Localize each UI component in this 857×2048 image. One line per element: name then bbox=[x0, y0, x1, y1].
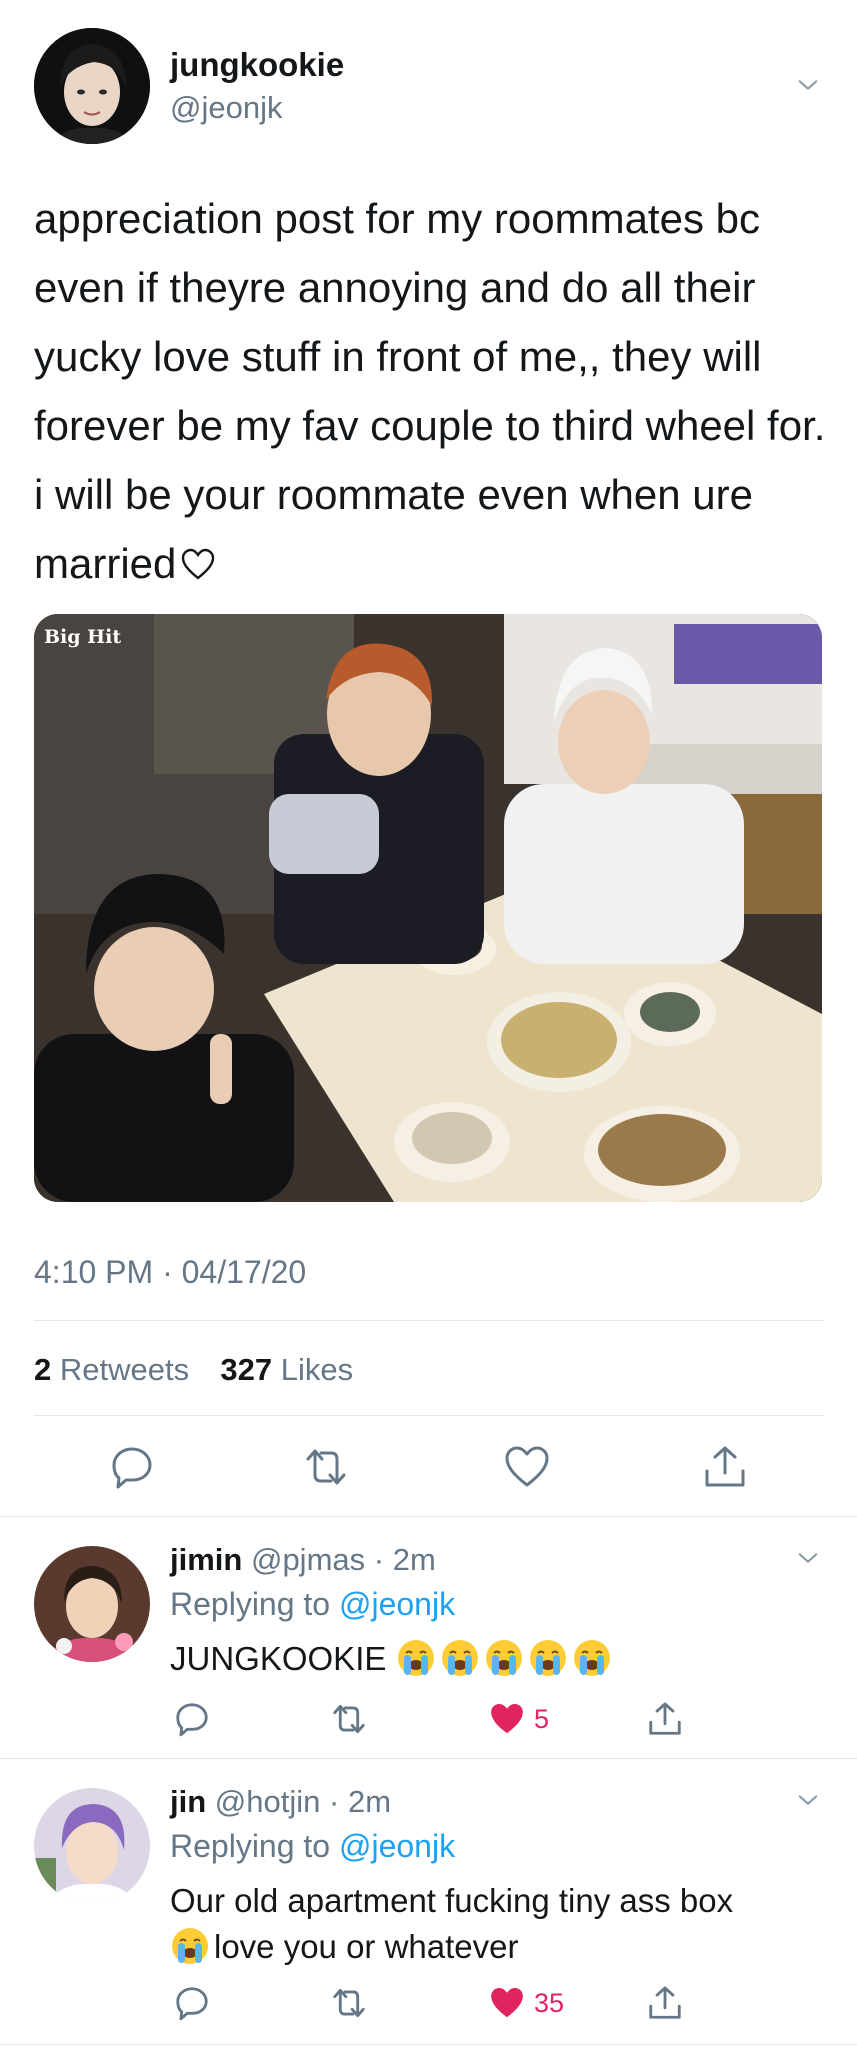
tweet-photo[interactable]: Big Hit bbox=[34, 614, 822, 1202]
replying-to: Replying to @jeonjk bbox=[170, 1586, 455, 1623]
reply-header: jin @hotjin · 2m bbox=[170, 1784, 391, 1820]
heart-filled-icon bbox=[491, 1987, 523, 2018]
white-heart-icon bbox=[180, 532, 216, 580]
author-avatar[interactable] bbox=[34, 28, 150, 144]
tweet-text: appreciation post for my roommates bc ev… bbox=[34, 184, 834, 598]
reply-text: Our old apartment fucking tiny ass box l… bbox=[170, 1878, 810, 1970]
replying-to-handle[interactable]: @jeonjk bbox=[339, 1586, 455, 1622]
reply-icon bbox=[176, 1987, 208, 2021]
retweet-button[interactable] bbox=[330, 1984, 368, 2022]
share-button[interactable] bbox=[701, 1443, 749, 1491]
retweet-icon bbox=[306, 1449, 346, 1485]
tweet-timestamp[interactable]: 4:10 PM · 04/17/20 bbox=[34, 1254, 306, 1291]
retweets-label[interactable]: Retweets bbox=[60, 1352, 189, 1387]
reply-author-name[interactable]: jimin bbox=[170, 1542, 242, 1577]
reply-text-line-2: love you or whatever bbox=[170, 1924, 810, 1970]
reply-text-line: Our old apartment fucking tiny ass box bbox=[170, 1882, 734, 1919]
tweet-text-body: appreciation post for my roommates bc ev… bbox=[34, 195, 826, 587]
likes-label[interactable]: Likes bbox=[281, 1352, 353, 1387]
reply-time[interactable]: · 2m bbox=[329, 1784, 391, 1819]
reply-text-line-2-body: love you or whatever bbox=[214, 1928, 519, 1965]
reply-author-name[interactable]: jin bbox=[170, 1784, 206, 1819]
reply-like-count[interactable]: 5 bbox=[534, 1704, 549, 1735]
retweet-button[interactable] bbox=[330, 1700, 368, 1738]
reply-icon bbox=[176, 1703, 208, 1737]
likes-count[interactable]: 327 bbox=[220, 1352, 272, 1387]
reply-author-handle[interactable]: @pjmas bbox=[251, 1542, 365, 1577]
crying-emoji-icon bbox=[572, 1638, 612, 1678]
chevron-down-icon[interactable] bbox=[797, 74, 819, 96]
crying-emoji-row bbox=[396, 1640, 616, 1677]
divider bbox=[0, 1758, 857, 1759]
reply-text: JUNGKOOKIE bbox=[170, 1636, 810, 1682]
crying-emoji-icon bbox=[396, 1638, 436, 1678]
retweet-button[interactable] bbox=[302, 1443, 350, 1491]
reply-avatar[interactable] bbox=[34, 1788, 150, 1904]
reply-time[interactable]: · 2m bbox=[374, 1542, 436, 1577]
crying-emoji-icon bbox=[440, 1638, 480, 1678]
retweet-icon bbox=[333, 1704, 365, 1734]
divider bbox=[0, 2044, 857, 2045]
chevron-down-icon[interactable] bbox=[797, 1789, 819, 1811]
retweet-icon bbox=[333, 1988, 365, 2018]
reply-like-count[interactable]: 35 bbox=[534, 1988, 564, 2019]
share-button[interactable] bbox=[646, 1700, 684, 1738]
share-icon bbox=[705, 1446, 745, 1487]
share-icon bbox=[649, 1702, 681, 1735]
heart-icon bbox=[505, 1446, 549, 1487]
retweets-count[interactable]: 2 bbox=[34, 1352, 51, 1387]
share-icon bbox=[649, 1986, 681, 2019]
heart-filled-icon bbox=[491, 1703, 523, 1734]
reply-button[interactable] bbox=[108, 1443, 156, 1491]
like-button[interactable] bbox=[503, 1443, 551, 1491]
replying-to-handle[interactable]: @jeonjk bbox=[339, 1828, 455, 1864]
divider bbox=[34, 1415, 823, 1416]
reply-header: jimin @pjmas · 2m bbox=[170, 1542, 436, 1578]
crying-emoji-icon bbox=[170, 1926, 210, 1966]
like-button[interactable] bbox=[488, 1700, 526, 1738]
replying-to-prefix: Replying to bbox=[170, 1586, 331, 1622]
tweet-stats: 2 Retweets 327 Likes bbox=[34, 1352, 353, 1388]
replying-to-prefix: Replying to bbox=[170, 1828, 331, 1864]
author-display-name[interactable]: jungkookie bbox=[170, 46, 344, 84]
share-button[interactable] bbox=[646, 1984, 684, 2022]
reply-avatar[interactable] bbox=[34, 1546, 150, 1662]
author-handle[interactable]: @jeonjk bbox=[170, 90, 282, 126]
crying-emoji-icon bbox=[528, 1638, 568, 1678]
crying-emoji-icon bbox=[484, 1638, 524, 1678]
reply-icon bbox=[112, 1447, 152, 1489]
like-button[interactable] bbox=[488, 1984, 526, 2022]
divider bbox=[34, 1320, 823, 1321]
chevron-down-icon[interactable] bbox=[797, 1547, 819, 1569]
image-watermark-logo: Big Hit bbox=[44, 626, 122, 648]
reply-button[interactable] bbox=[173, 1984, 211, 2022]
divider bbox=[0, 1516, 857, 1517]
replying-to: Replying to @jeonjk bbox=[170, 1828, 455, 1865]
reply-button[interactable] bbox=[173, 1700, 211, 1738]
reply-author-handle[interactable]: @hotjin bbox=[215, 1784, 321, 1819]
reply-text-body: JUNGKOOKIE bbox=[170, 1640, 387, 1677]
